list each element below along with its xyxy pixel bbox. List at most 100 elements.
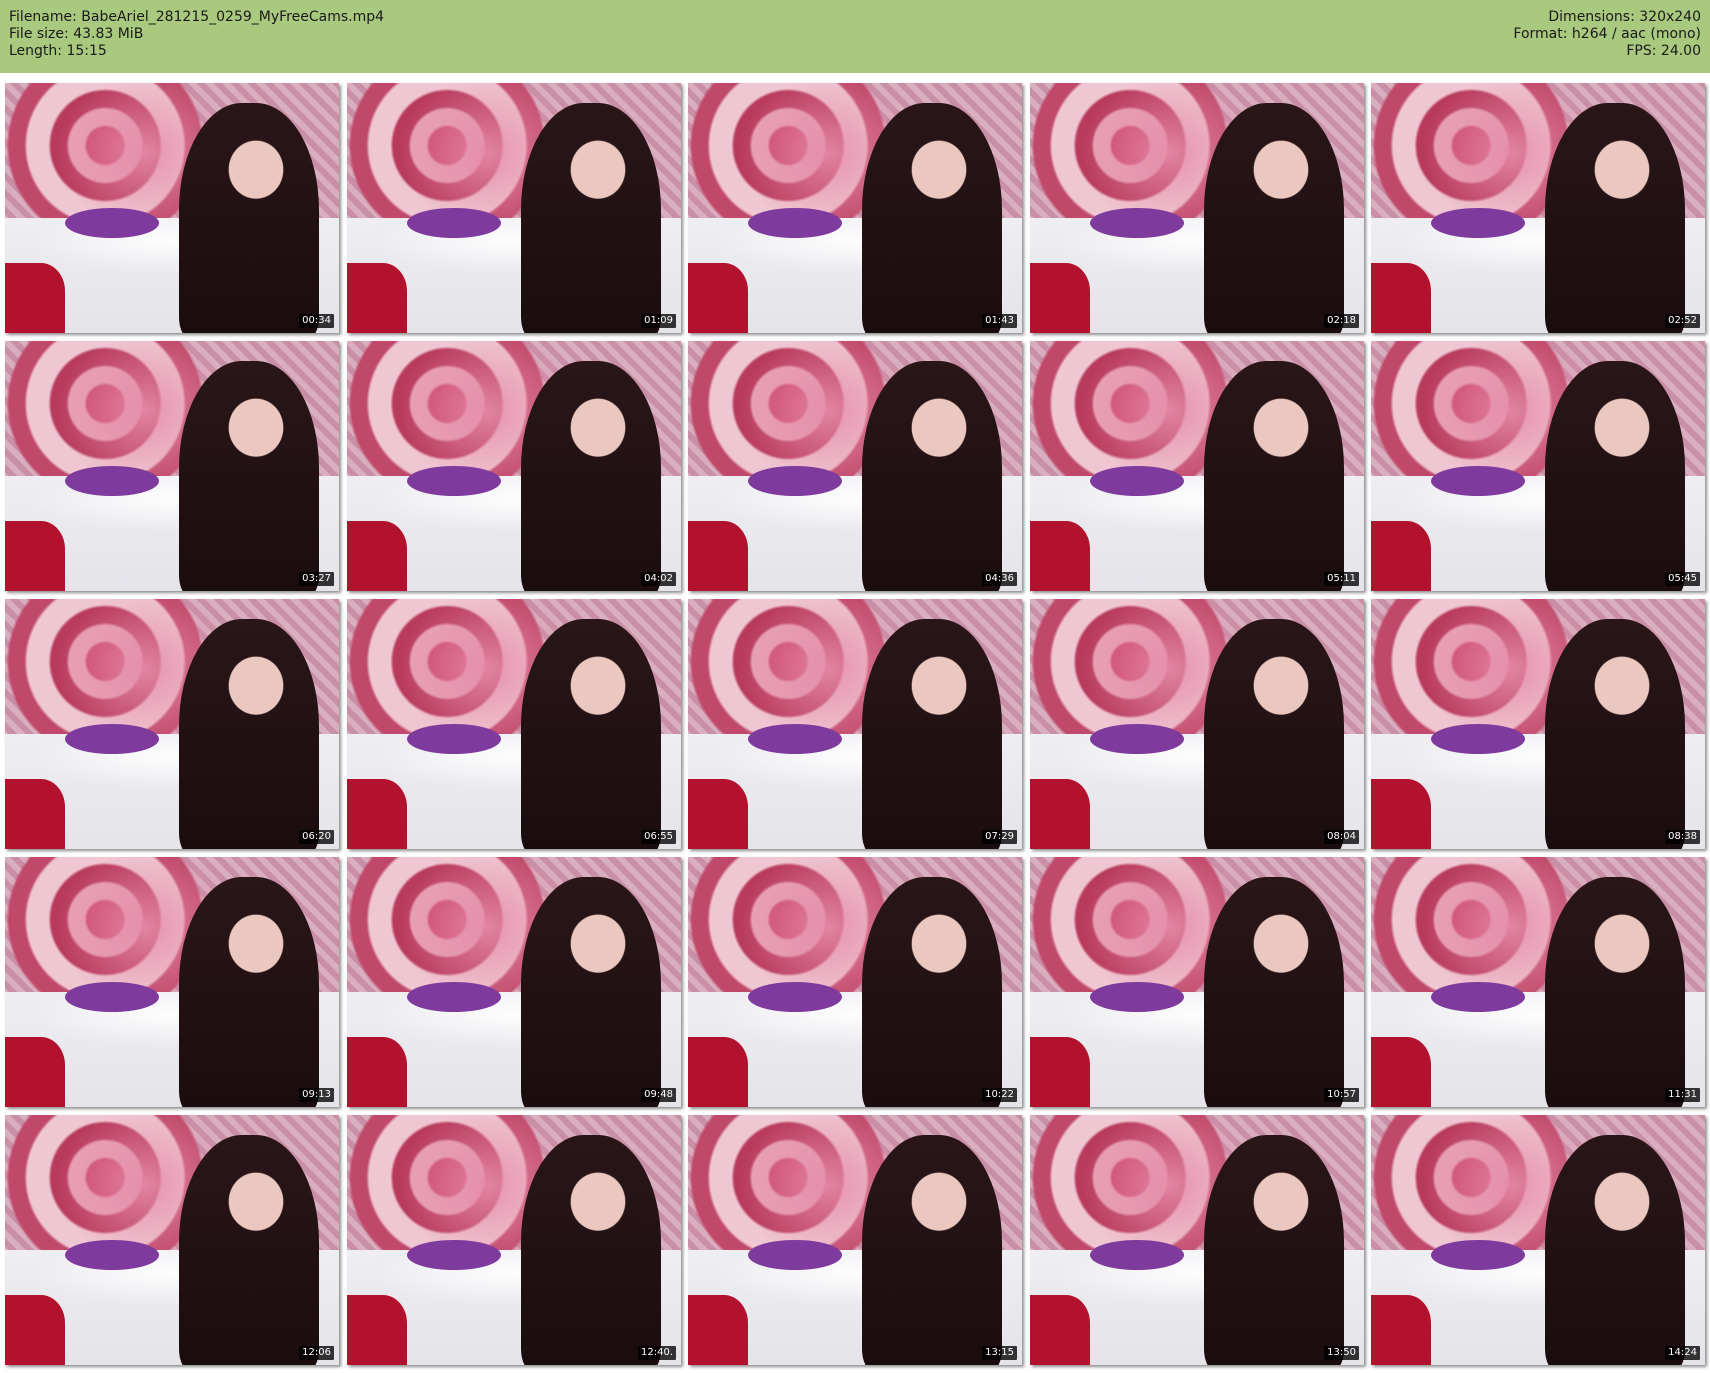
info-header: Filename: BabeAriel_281215_0259_MyFreeCa…	[0, 0, 1710, 73]
frame-person	[178, 1135, 319, 1365]
frame-timestamp: 05:11	[1324, 572, 1359, 586]
frame-pillow	[65, 982, 159, 1012]
frame-pillow	[407, 1240, 501, 1270]
frame-red-blanket	[688, 1037, 749, 1107]
frame-timestamp: 01:43	[982, 314, 1017, 328]
frame-red-blanket	[347, 1295, 408, 1365]
frame-pillow	[748, 208, 842, 238]
frame-red-blanket	[688, 779, 749, 849]
frame-person	[861, 103, 1002, 333]
video-frame-thumbnail: 13:50	[1030, 1115, 1364, 1365]
video-frame-thumbnail: 09:13	[5, 857, 339, 1107]
frame-timestamp: 05:45	[1665, 572, 1700, 586]
frame-pillow	[1090, 1240, 1184, 1270]
frame-person	[178, 103, 319, 333]
frame-pillow	[65, 1240, 159, 1270]
header-left-column: Filename: BabeAriel_281215_0259_MyFreeCa…	[9, 9, 384, 60]
frame-timestamp: 10:22	[982, 1088, 1017, 1102]
frame-red-blanket	[1371, 521, 1432, 591]
frame-red-blanket	[1371, 1295, 1432, 1365]
filesize-text: File size: 43.83 MiB	[9, 26, 144, 42]
frame-timestamp: 13:50	[1324, 1346, 1359, 1360]
video-frame-thumbnail: 12:40.	[347, 1115, 681, 1365]
video-frame-thumbnail: 04:02	[347, 341, 681, 591]
frame-red-blanket	[1030, 779, 1091, 849]
frame-red-blanket	[347, 521, 408, 591]
frame-timestamp: 02:18	[1324, 314, 1359, 328]
frame-person	[520, 103, 661, 333]
frame-timestamp: 07:29	[982, 830, 1017, 844]
frame-person	[1544, 877, 1685, 1107]
frame-timestamp: 13:15	[982, 1346, 1017, 1360]
video-frame-thumbnail: 02:18	[1030, 83, 1364, 333]
format-text: Format: h264 / aac (mono)	[1513, 26, 1701, 42]
frame-pillow	[1090, 724, 1184, 754]
frame-timestamp: 10:57	[1324, 1088, 1359, 1102]
frame-timestamp: 08:04	[1324, 830, 1359, 844]
frame-timestamp: 12:06	[299, 1346, 334, 1360]
frame-red-blanket	[1371, 263, 1432, 333]
frame-pillow	[1090, 982, 1184, 1012]
video-frame-thumbnail: 11:31	[1371, 857, 1705, 1107]
frame-red-blanket	[1371, 779, 1432, 849]
frame-person	[861, 1135, 1002, 1365]
frame-person	[1203, 361, 1344, 591]
frame-person	[1203, 1135, 1344, 1365]
frame-red-blanket	[5, 1037, 66, 1107]
video-frame-thumbnail: 10:22	[688, 857, 1022, 1107]
filename-text: Filename: BabeAriel_281215_0259_MyFreeCa…	[9, 9, 385, 25]
frame-red-blanket	[1030, 1295, 1091, 1365]
video-frame-thumbnail: 03:27	[5, 341, 339, 591]
video-frame-thumbnail: 10:57	[1030, 857, 1364, 1107]
video-frame-thumbnail: 06:20	[5, 599, 339, 849]
frame-pillow	[65, 208, 159, 238]
frame-timestamp: 12:40.	[638, 1346, 676, 1360]
frame-timestamp: 06:55	[641, 830, 676, 844]
frame-pillow	[1090, 208, 1184, 238]
video-frame-thumbnail: 06:55	[347, 599, 681, 849]
frame-pillow	[748, 982, 842, 1012]
frame-red-blanket	[1030, 1037, 1091, 1107]
frame-person	[1203, 877, 1344, 1107]
frame-person	[1203, 103, 1344, 333]
frame-timestamp: 11:31	[1665, 1088, 1700, 1102]
frame-red-blanket	[1030, 263, 1091, 333]
frame-timestamp: 02:52	[1665, 314, 1700, 328]
thumbnail-grid: 00:34 01:09 01:43 02:18 02:52 03:27 04:02 04:36…	[5, 83, 1707, 1368]
frame-person	[178, 877, 319, 1107]
fps-text: FPS: 24.00	[1626, 43, 1701, 59]
frame-timestamp: 03:27	[299, 572, 334, 586]
frame-red-blanket	[5, 263, 66, 333]
frame-pillow	[65, 724, 159, 754]
video-frame-thumbnail: 13:15	[688, 1115, 1022, 1365]
video-frame-thumbnail: 00:34	[5, 83, 339, 333]
frame-pillow	[748, 466, 842, 496]
frame-pillow	[1431, 466, 1525, 496]
frame-timestamp: 08:38	[1665, 830, 1700, 844]
frame-red-blanket	[5, 779, 66, 849]
frame-timestamp: 09:48	[641, 1088, 676, 1102]
frame-person	[520, 1135, 661, 1365]
video-frame-thumbnail: 07:29	[688, 599, 1022, 849]
frame-timestamp: 09:13	[299, 1088, 334, 1102]
frame-person	[861, 619, 1002, 849]
frame-red-blanket	[1371, 1037, 1432, 1107]
video-frame-thumbnail: 12:06	[5, 1115, 339, 1365]
frame-pillow	[1090, 466, 1184, 496]
frame-timestamp: 14:24	[1665, 1346, 1700, 1360]
frame-timestamp: 04:36	[982, 572, 1017, 586]
frame-pillow	[407, 724, 501, 754]
frame-pillow	[748, 1240, 842, 1270]
frame-red-blanket	[5, 521, 66, 591]
frame-pillow	[407, 208, 501, 238]
frame-pillow	[1431, 1240, 1525, 1270]
frame-person	[520, 361, 661, 591]
frame-red-blanket	[688, 263, 749, 333]
dimensions-text: Dimensions: 320x240	[1548, 9, 1701, 25]
length-text: Length: 15:15	[9, 43, 107, 59]
frame-red-blanket	[347, 1037, 408, 1107]
frame-red-blanket	[1030, 521, 1091, 591]
frame-person	[178, 361, 319, 591]
frame-pillow	[407, 982, 501, 1012]
video-frame-thumbnail: 14:24	[1371, 1115, 1705, 1365]
